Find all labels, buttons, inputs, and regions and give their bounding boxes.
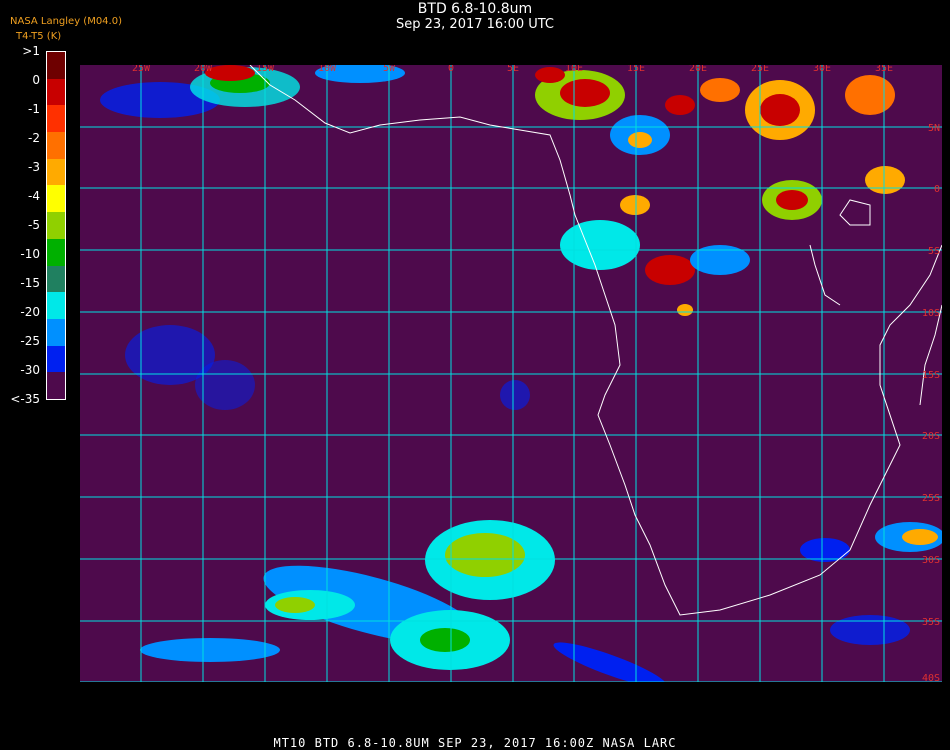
lon-label: 5W xyxy=(383,65,396,74)
lon-label: 0 xyxy=(448,65,454,74)
colorbar-segment xyxy=(47,318,65,346)
map-subtitle: Sep 23, 2017 16:00 UTC xyxy=(395,17,555,32)
colorbar-label: -3 xyxy=(28,160,40,174)
org-label: NASA Langley (M04.0) xyxy=(10,16,122,27)
lat-label: 40S xyxy=(922,673,940,682)
lat-label: 25S xyxy=(922,493,940,504)
colorbar-label: -10 xyxy=(20,247,40,261)
colorbar-segment xyxy=(47,212,65,239)
lat-label: 10S xyxy=(922,308,940,319)
colorbar-label: -4 xyxy=(28,189,40,203)
colorbar-segment xyxy=(47,292,65,319)
lon-label: 25E xyxy=(751,65,769,74)
lat-label: 35S xyxy=(922,617,940,628)
coastline xyxy=(249,65,942,616)
lon-label: 10W xyxy=(318,65,337,74)
colorbar-segment xyxy=(47,78,65,106)
colorbar-label: -25 xyxy=(20,334,40,348)
lat-label: 5S xyxy=(928,246,940,257)
lat-label: 5N xyxy=(928,123,940,134)
colorbar-label: -2 xyxy=(28,131,40,145)
colorbar-label: -30 xyxy=(20,363,40,377)
colorbar-label: <-35 xyxy=(10,392,40,406)
colorbar-label: -1 xyxy=(28,102,40,116)
colorbar-segment xyxy=(47,265,65,293)
colorbar xyxy=(46,51,66,400)
colorbar-label: -20 xyxy=(20,305,40,319)
colorbar-segment xyxy=(47,52,65,79)
lon-label: 10E xyxy=(565,65,583,74)
colorbar-segment xyxy=(47,158,65,186)
lon-label: 30E xyxy=(813,65,831,74)
lon-label: 15E xyxy=(627,65,645,74)
colorbar-label: >1 xyxy=(22,44,40,58)
map-svg: 25W 20W 15W 10W 5W 0 5E 10E 15E 20E 25E 30E 35E 5N 0 5S… xyxy=(80,65,942,682)
lat-label: 15S xyxy=(922,370,940,381)
colorbar-segment xyxy=(47,105,65,133)
colorbar-segment xyxy=(47,132,65,159)
lat-label: 0 xyxy=(934,184,940,195)
colorbar-label: -5 xyxy=(28,218,40,232)
lon-label: 20W xyxy=(194,65,213,74)
lon-label: 20E xyxy=(689,65,707,74)
lat-label: 30S xyxy=(922,555,940,566)
colorbar-label: 0 xyxy=(32,73,40,87)
map-title: BTD 6.8-10.8um xyxy=(417,1,533,17)
lat-label: 20S xyxy=(922,431,940,442)
lon-label: 5E xyxy=(507,65,519,74)
colorbar-segment xyxy=(47,185,65,213)
colorbar-segment xyxy=(47,345,65,373)
lon-label: 25W xyxy=(132,65,151,74)
lon-label: 15W xyxy=(256,65,275,74)
map-panel: 25W 20W 15W 10W 5W 0 5E 10E 15E 20E 25E 30E 35E 5N 0 5S… xyxy=(80,65,942,682)
colorbar-segment xyxy=(47,238,65,266)
lon-label: 35E xyxy=(875,65,893,74)
footer-caption: MT10 BTD 6.8-10.8UM SEP 23, 2017 16:00Z … xyxy=(273,736,677,750)
unit-label: T4-T5 (K) xyxy=(16,31,62,42)
colorbar-segment xyxy=(47,372,65,399)
colorbar-label: -15 xyxy=(20,276,40,290)
